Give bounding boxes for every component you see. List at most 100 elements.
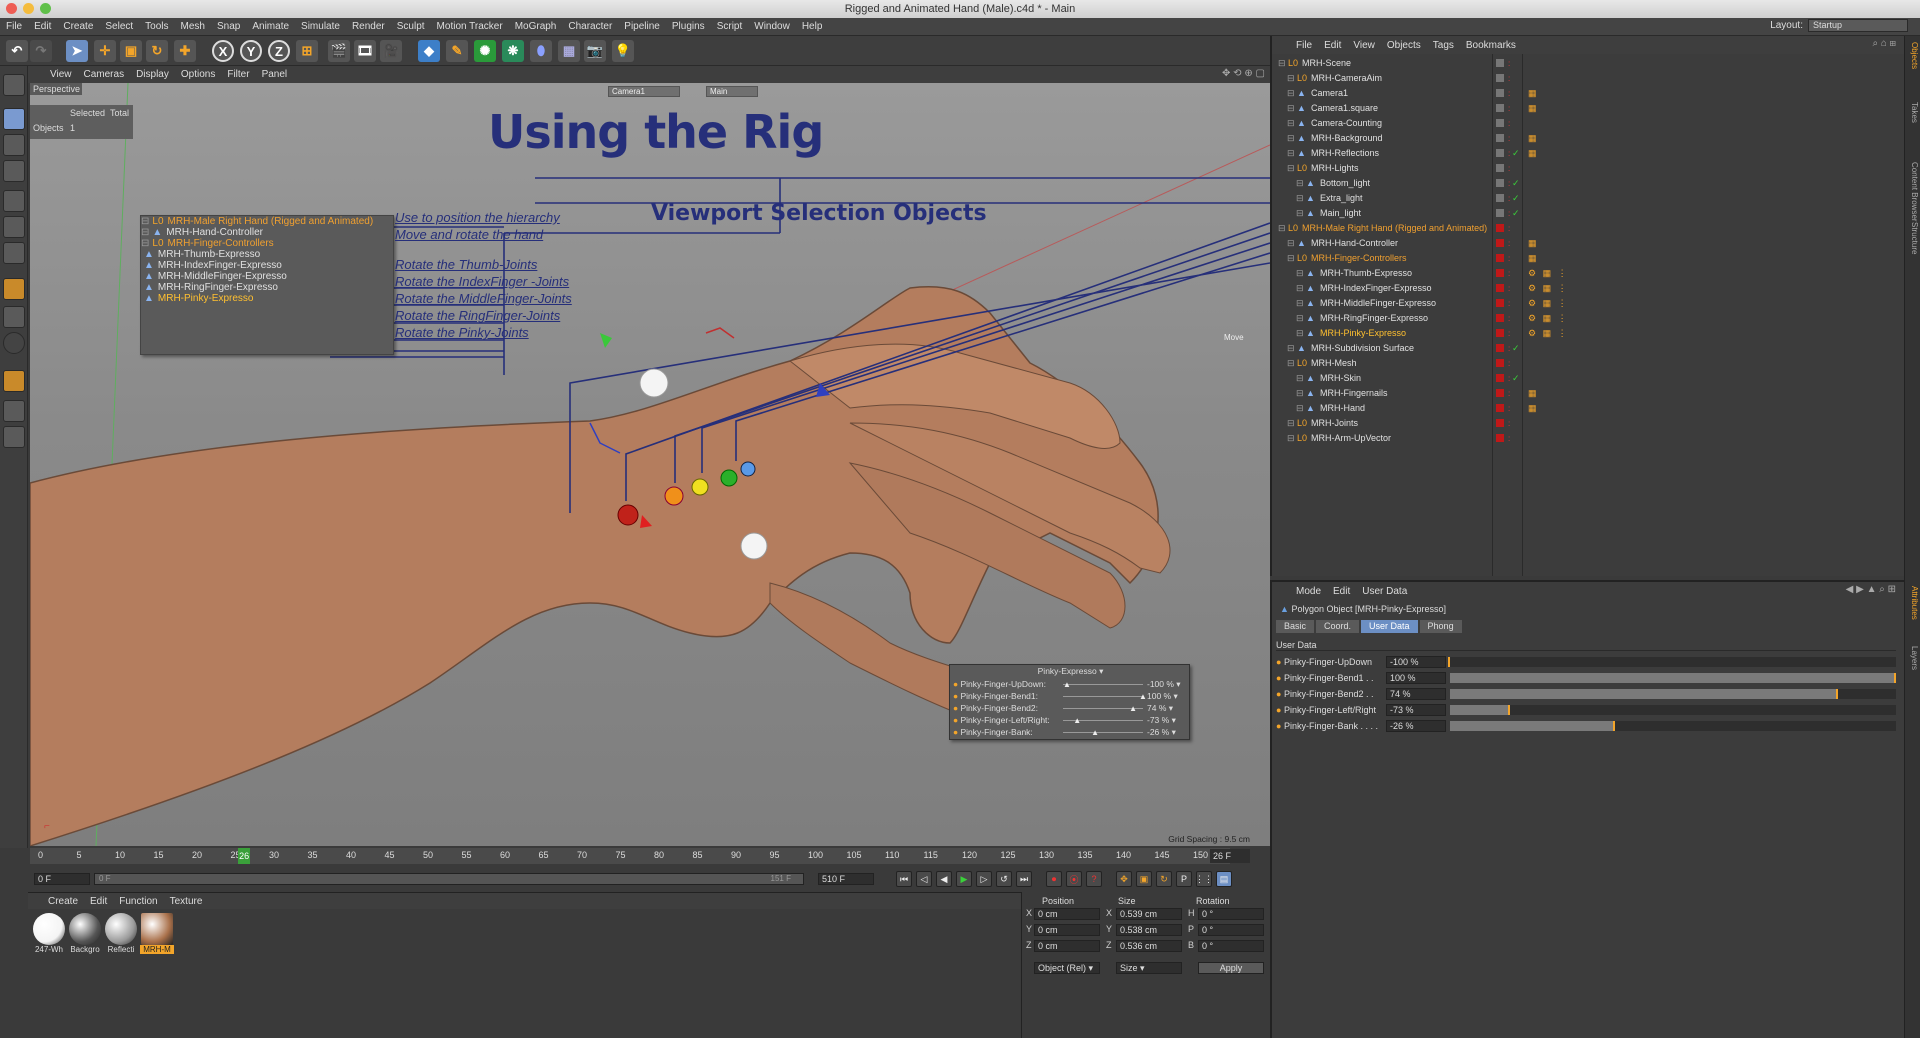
object-expand-icon[interactable]: ⊟ bbox=[1296, 176, 1304, 191]
side-tab-attributes[interactable]: Attributes bbox=[1907, 586, 1919, 620]
object-visibility-dots[interactable]: : bbox=[1508, 176, 1510, 191]
check-icon[interactable]: ✓ bbox=[1512, 176, 1520, 191]
xpresso-row[interactable]: ● Pinky-Finger-Bank: ▲ -26 % ▾ bbox=[953, 727, 1187, 738]
menu-motion-tracker[interactable]: Motion Tracker bbox=[437, 21, 503, 32]
menu-script[interactable]: Script bbox=[717, 21, 743, 32]
object-layer-swatch[interactable] bbox=[1496, 119, 1504, 127]
object-visibility-dots[interactable]: : bbox=[1508, 386, 1510, 401]
object-row[interactable]: ⊟ L0 MRH-Arm-UpVector: bbox=[1272, 431, 1906, 446]
workplane-icon[interactable] bbox=[3, 160, 25, 182]
object-name[interactable]: MRH-MiddleFinger-Expresso bbox=[1320, 296, 1436, 311]
object-expand-icon[interactable]: ⊟ bbox=[1296, 296, 1304, 311]
user-data-value-field[interactable]: 100 % bbox=[1386, 672, 1446, 684]
object-row[interactable]: ⊟ ▲ MRH-Subdivision Surface: ✓ bbox=[1272, 341, 1906, 356]
material-menu-texture[interactable]: Texture bbox=[170, 896, 203, 907]
xpresso-slider[interactable]: ▲ bbox=[1063, 692, 1147, 701]
viewport-menu-view[interactable]: View bbox=[50, 69, 72, 80]
rotation-b-field[interactable]: 0 ° bbox=[1198, 940, 1264, 952]
hierarchy-expand-icon[interactable]: ⊟ bbox=[141, 216, 149, 227]
keyframe-selection-icon[interactable]: ? bbox=[1086, 871, 1102, 887]
object-row[interactable]: ⊟ L0 MRH-Mesh: bbox=[1272, 356, 1906, 371]
object-expand-icon[interactable]: ⊟ bbox=[1278, 56, 1286, 71]
user-data-slider[interactable] bbox=[1448, 657, 1896, 667]
rotation-h-field[interactable]: 0 ° bbox=[1198, 908, 1264, 920]
make-editable-icon[interactable] bbox=[3, 74, 25, 96]
axis-mode-icon[interactable] bbox=[3, 278, 25, 300]
object-layer-swatch[interactable] bbox=[1496, 179, 1504, 187]
material-menu-edit[interactable]: Edit bbox=[90, 896, 107, 907]
coordinate-system-icon[interactable]: ⊞ bbox=[296, 40, 318, 62]
position-y-field[interactable]: 0 cm bbox=[1034, 924, 1100, 936]
axis-y-toggle[interactable]: Y bbox=[240, 40, 262, 62]
camera-object-icon[interactable]: 📷 bbox=[584, 40, 606, 62]
magnet-icon[interactable] bbox=[3, 370, 25, 392]
object-layer-swatch[interactable] bbox=[1496, 389, 1504, 397]
object-expand-icon[interactable]: ⊟ bbox=[1287, 71, 1295, 86]
object-layer-swatch[interactable] bbox=[1496, 59, 1504, 67]
viewport-3d[interactable]: Perspective Selected Total Objects 1 Cam… bbox=[30, 83, 1270, 846]
object-tag-icons[interactable]: ⚙ ▦ ⋮ bbox=[1528, 296, 1569, 311]
object-name[interactable]: MRH-Pinky-Expresso bbox=[1320, 326, 1406, 341]
object-expand-icon[interactable]: ⊟ bbox=[1287, 341, 1295, 356]
viewport-nav-icons[interactable]: ✥ ⟲ ⊕ ▢ bbox=[1222, 68, 1265, 79]
xpresso-slider-handle[interactable]: ▲ bbox=[1073, 715, 1081, 726]
object-tag-icons[interactable]: ⚙ ▦ ⋮ bbox=[1528, 266, 1569, 281]
tab-coord-[interactable]: Coord. bbox=[1316, 620, 1360, 633]
object-visibility-dots[interactable]: : bbox=[1508, 416, 1510, 431]
object-tag-icons[interactable]: ▦ bbox=[1528, 251, 1539, 266]
object-name[interactable]: MRH-Thumb-Expresso bbox=[1320, 266, 1412, 281]
hierarchy-expand-icon[interactable]: ⊟ bbox=[141, 227, 149, 238]
check-icon[interactable]: ✓ bbox=[1512, 206, 1520, 221]
object-visibility-dots[interactable]: : bbox=[1508, 101, 1510, 116]
object-expand-icon[interactable]: ⊟ bbox=[1296, 266, 1304, 281]
check-icon[interactable]: ✓ bbox=[1512, 341, 1520, 356]
play-icon[interactable]: ▶ bbox=[956, 871, 972, 887]
object-layer-swatch[interactable] bbox=[1496, 359, 1504, 367]
object-visibility-dots[interactable]: : bbox=[1508, 146, 1510, 161]
xpresso-row[interactable]: ● Pinky-Finger-Left/Right: ▲ -73 % ▾ bbox=[953, 715, 1187, 726]
subdivision-generator-icon[interactable]: ✺ bbox=[474, 40, 496, 62]
object-layer-swatch[interactable] bbox=[1496, 344, 1504, 352]
render-view-icon[interactable]: 🎬 bbox=[328, 40, 350, 62]
xpresso-row[interactable]: ● Pinky-Finger-Bend2: ▲ 74 % ▾ bbox=[953, 703, 1187, 714]
object-name[interactable]: MRH-RingFinger-Expresso bbox=[1320, 311, 1428, 326]
object-visibility-dots[interactable]: : bbox=[1508, 371, 1510, 386]
object-menu-bookmarks[interactable]: Bookmarks bbox=[1466, 40, 1516, 51]
hierarchy-item[interactable]: ▲ MRH-Thumb-Expresso bbox=[141, 249, 393, 260]
hierarchy-item[interactable]: ▲ MRH-Pinky-Expresso bbox=[141, 293, 393, 304]
object-expand-icon[interactable]: ⊟ bbox=[1296, 206, 1304, 221]
object-name[interactable]: MRH-Lights bbox=[1311, 161, 1359, 176]
object-row[interactable]: ⊟ ▲ Main_light: ✓ bbox=[1272, 206, 1906, 221]
xpresso-slider[interactable]: ▲ bbox=[1063, 680, 1143, 689]
size-y-field[interactable]: 0.538 cm bbox=[1116, 924, 1182, 936]
select-arrow-icon[interactable]: ➤ bbox=[66, 40, 88, 62]
camera-dropdown[interactable]: Camera1 bbox=[608, 86, 680, 97]
axis-z-toggle[interactable]: Z bbox=[268, 40, 290, 62]
side-tab-takes[interactable]: Takes bbox=[1907, 102, 1919, 123]
hierarchy-item[interactable]: ⊟ L0 MRH-Male Right Hand (Rigged and Anima… bbox=[141, 216, 393, 227]
menu-character[interactable]: Character bbox=[568, 21, 612, 32]
timeline-window-icon[interactable]: ▤ bbox=[1216, 871, 1232, 887]
object-menu-objects[interactable]: Objects bbox=[1387, 40, 1421, 51]
object-visibility-dots[interactable]: : bbox=[1508, 281, 1510, 296]
menu-create[interactable]: Create bbox=[63, 21, 93, 32]
material-swatch[interactable]: 247-Wh bbox=[32, 913, 66, 959]
polygons-mode-icon[interactable] bbox=[3, 242, 25, 264]
side-tab-layers[interactable]: Layers bbox=[1907, 646, 1919, 670]
object-expand-icon[interactable]: ⊟ bbox=[1296, 386, 1304, 401]
object-visibility-dots[interactable]: : bbox=[1508, 191, 1510, 206]
viewport-menu-display[interactable]: Display bbox=[136, 69, 169, 80]
menu-animate[interactable]: Animate bbox=[252, 21, 289, 32]
object-tag-icons[interactable]: ▦ bbox=[1528, 401, 1539, 416]
menu-pipeline[interactable]: Pipeline bbox=[624, 21, 660, 32]
object-name[interactable]: Camera-Counting bbox=[1311, 116, 1382, 131]
object-layer-swatch[interactable] bbox=[1496, 254, 1504, 262]
object-menu-view[interactable]: View bbox=[1353, 40, 1375, 51]
object-row[interactable]: ⊟ L0 MRH-CameraAim: bbox=[1272, 71, 1906, 86]
hierarchy-item[interactable]: ⊟ ▲ MRH-Hand-Controller bbox=[141, 227, 393, 238]
object-row[interactable]: ⊟ ▲ Camera-Counting: bbox=[1272, 116, 1906, 131]
hierarchy-item[interactable]: ⊟ L0 MRH-Finger-Controllers bbox=[141, 238, 393, 249]
xpresso-slider-handle[interactable]: ▲ bbox=[1139, 691, 1147, 702]
current-frame-marker[interactable]: 26 bbox=[238, 848, 251, 864]
size-z-field[interactable]: 0.536 cm bbox=[1116, 940, 1182, 952]
